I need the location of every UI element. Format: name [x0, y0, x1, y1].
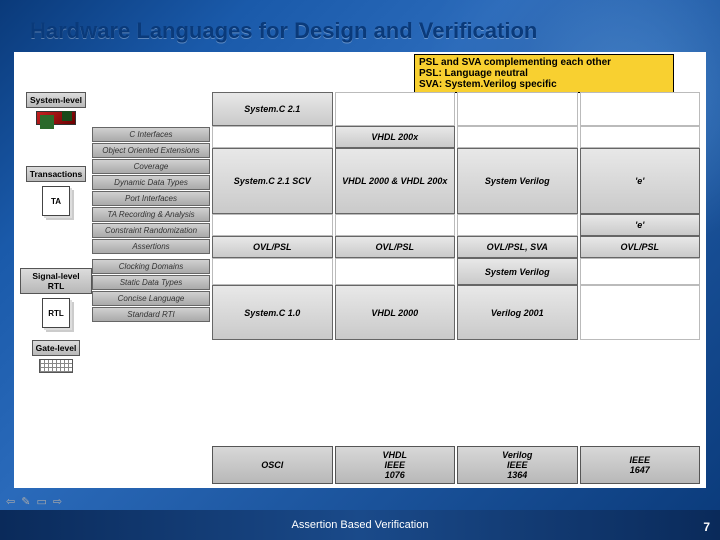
lang-cell: [335, 214, 456, 236]
lang-cell: System.C 2.1: [212, 92, 333, 126]
feature-label: Assertions: [92, 239, 210, 254]
standard-cell: Verilog IEEE 1364: [457, 446, 578, 484]
lang-cell: System.C 1.0: [212, 285, 333, 340]
lang-cell: [580, 126, 701, 148]
gate-icon: [39, 359, 73, 373]
feature-label: Constraint Randomization: [92, 223, 210, 238]
lang-cell: [580, 258, 701, 285]
feature-label: Concise Language: [92, 291, 210, 306]
feature-label: Standard RTI: [92, 307, 210, 322]
callout-note: PSL and SVA complementing each other PSL…: [414, 54, 674, 93]
lang-cell: VHDL 2000: [335, 285, 456, 340]
callout-line: SVA: System.Verilog specific: [419, 79, 669, 90]
lang-cell: 'e': [580, 148, 701, 214]
lang-cell: OVL/PSL, SVA: [457, 236, 578, 258]
nav-icons: ⇦ ✎ ▭ ⇨: [6, 495, 62, 508]
callout-line: PSL and SVA complementing each other: [419, 57, 669, 68]
lang-cell: [457, 92, 578, 126]
lang-cell: [580, 92, 701, 126]
standard-cell: VHDL IEEE 1076: [335, 446, 456, 484]
chip-icon: [36, 111, 76, 125]
lang-cell: [580, 285, 701, 340]
level-rtl: Signal-level RTL: [20, 268, 92, 294]
lang-cell: VHDL 2000 & VHDL 200x: [335, 148, 456, 214]
lang-cell: System Verilog: [457, 258, 578, 285]
feature-label: Object Oriented Extensions: [92, 143, 210, 158]
standard-cell: OSCI: [212, 446, 333, 484]
lang-cell: [457, 126, 578, 148]
feature-label: Static Data Types: [92, 275, 210, 290]
doc-rtl-icon: RTL: [42, 298, 70, 328]
feature-label: Clocking Domains: [92, 259, 210, 274]
feature-label: C Interfaces: [92, 127, 210, 142]
nav-edit-icon[interactable]: ✎: [21, 495, 30, 508]
lang-cell: 'e': [580, 214, 701, 236]
footer-title: Assertion Based Verification: [0, 519, 720, 531]
callout-line: PSL: Language neutral: [419, 68, 669, 79]
slide-title: Hardware Languages for Design and Verifi…: [30, 18, 537, 44]
lang-cell: [212, 126, 333, 148]
standards-row: OSCI VHDL IEEE 1076 Verilog IEEE 1364 IE…: [20, 446, 700, 484]
lang-cell: [335, 92, 456, 126]
feature-label: Coverage: [92, 159, 210, 174]
nav-next-icon[interactable]: ⇨: [53, 495, 62, 508]
feature-label: Dynamic Data Types: [92, 175, 210, 190]
lang-cell: System.C 2.1 SCV: [212, 148, 333, 214]
page-number: 7: [703, 520, 710, 534]
diagram-area: PSL and SVA complementing each other PSL…: [14, 52, 706, 488]
lang-cell: Verilog 2001: [457, 285, 578, 340]
standard-cell: IEEE 1647: [580, 446, 701, 484]
lang-cell: VHDL 200x: [335, 126, 456, 148]
lang-cell: OVL/PSL: [580, 236, 701, 258]
lang-cell: System Verilog: [457, 148, 578, 214]
nav-prev-icon[interactable]: ⇦: [6, 495, 15, 508]
feature-label: Port Interfaces: [92, 191, 210, 206]
grid: System-level System.C 2.1 Transactions T…: [20, 92, 700, 442]
level-system: System-level: [26, 92, 86, 108]
lang-cell: [212, 258, 333, 285]
feature-label: TA Recording & Analysis: [92, 207, 210, 222]
lang-cell: [335, 258, 456, 285]
level-gate: Gate-level: [32, 340, 81, 356]
lang-cell: OVL/PSL: [212, 236, 333, 258]
level-transactions: Transactions: [26, 166, 86, 182]
nav-screen-icon[interactable]: ▭: [36, 495, 46, 508]
lang-cell: [457, 214, 578, 236]
footer-bar: Assertion Based Verification 7: [0, 510, 720, 540]
doc-ta-icon: TA: [42, 186, 70, 216]
lang-cell: OVL/PSL: [335, 236, 456, 258]
lang-cell: [212, 214, 333, 236]
